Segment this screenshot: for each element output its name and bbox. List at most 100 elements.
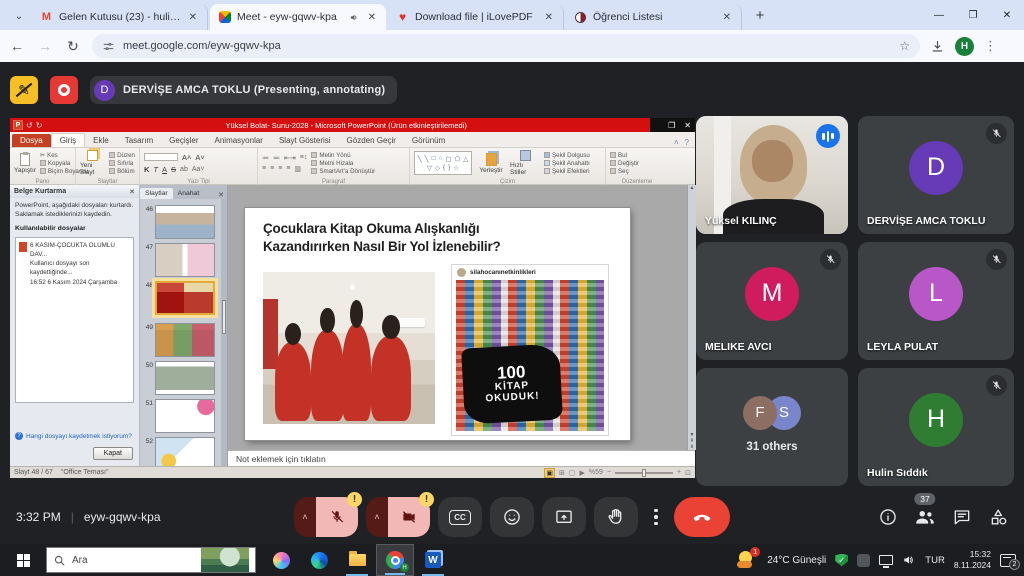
strikethrough-button[interactable]: S [171,165,176,174]
slide-thumbnail-48-selected[interactable]: 48 [140,281,222,315]
presenter-banner[interactable]: D DERVİŞE AMCA TOKLU (Presenting, annota… [90,76,397,104]
chat-button[interactable] [951,506,973,528]
columns-icon[interactable]: ▥ [294,165,301,173]
font-shrink-icon[interactable]: A˅ [195,153,204,162]
numbering-icon[interactable]: ≕ [273,154,280,162]
new-slide-button[interactable]: Yeni Slayt [80,150,105,176]
camera-button[interactable]: ˄ ! [366,497,430,537]
reactions-button[interactable] [490,497,534,537]
search-highlight-image[interactable] [201,548,249,572]
align-center-icon[interactable]: ≡ [270,165,274,172]
ppt-tab-ekle[interactable]: Ekle [85,134,117,147]
taskbar-copilot[interactable] [262,544,300,576]
tab-ilovepdf[interactable]: ♥ Download file | iLovePDF ✕ [388,4,564,30]
browser-menu-icon[interactable]: ⋮ [984,38,997,54]
zoom-slider[interactable] [615,472,673,474]
help-icon[interactable]: ? [685,138,689,147]
notification-center-icon[interactable]: 2 [1000,554,1016,567]
reset-button[interactable]: Sıfırla [109,160,135,167]
outline-tab[interactable]: Anahat [173,188,205,199]
quick-styles-button[interactable]: Hızlı Stiller [510,150,540,176]
shape-effects-button[interactable]: Şekil Efektleri [544,168,590,175]
select-button[interactable]: Seç [610,168,639,175]
current-slide[interactable]: Çocuklara Kitap Okuma Alışkanlığı Kazand… [245,208,630,440]
align-text-button[interactable]: Metni Hizala [311,160,375,167]
align-right-icon[interactable]: ≡ [278,165,282,172]
weather-icon[interactable]: 1 [736,549,758,571]
leave-call-button[interactable] [674,497,730,537]
shape-fill-button[interactable]: Şekil Dolgusu [544,152,590,159]
recovery-pane-close-icon[interactable]: ✕ [129,188,135,196]
line-spacing-icon[interactable]: ≡↕ [300,154,308,161]
tab-search-button[interactable]: ⌄ [6,5,32,27]
underline-button[interactable]: A [162,165,167,174]
tab-close-icon[interactable]: ✕ [543,12,555,23]
present-button[interactable] [542,497,586,537]
more-options-button[interactable] [646,509,666,526]
ppt-tab-slayt-gosterisi[interactable]: Slayt Gösterisi [271,134,339,147]
slide-sorter-icon[interactable]: ⊞ [559,469,565,477]
undo-icon[interactable]: ↺ [26,121,33,130]
participant-tile-hulin[interactable]: H Hulin Sıddık [858,368,1014,486]
taskbar-search-box[interactable]: Ara [46,547,256,573]
tab-gmail[interactable]: M Gelen Kutusu (23) - hulin.siddik ✕ [32,4,208,30]
redo-icon[interactable]: ↻ [36,121,43,130]
text-direction-button[interactable]: Metin Yönü [311,152,375,159]
section-button[interactable]: Bölüm [109,168,135,175]
volume-icon[interactable] [902,553,916,567]
taskbar-chrome-active[interactable]: H [376,544,414,576]
participant-tile-others[interactable]: F S 31 others [696,368,848,486]
tab-close-icon[interactable]: ✕ [721,12,733,23]
ppt-tab-tasarim[interactable]: Tasarım [117,134,161,147]
restore-button[interactable]: ❐ [956,0,990,30]
captions-button[interactable]: CC [438,497,482,537]
zoom-in-icon[interactable]: + [677,469,681,476]
ppt-tab-dosya[interactable]: Dosya [12,134,51,147]
tab-close-icon[interactable]: ✕ [187,12,199,23]
downloads-icon[interactable] [930,39,945,54]
site-settings-icon[interactable] [102,40,115,53]
normal-view-icon[interactable]: ▣ [544,468,555,478]
align-left-icon[interactable]: ≡ [262,165,266,172]
tab-audio-icon[interactable] [349,12,360,23]
raise-hand-button[interactable] [594,497,638,537]
recovery-close-button[interactable]: Kapat [93,447,133,460]
participant-tile-yuksel[interactable]: Yüksel KILINÇ [696,116,848,234]
taskbar-edge[interactable] [300,544,338,576]
new-tab-button[interactable]: + [748,3,772,27]
layout-button[interactable]: Düzen [109,152,135,159]
close-button[interactable]: ✕ [990,0,1024,30]
forward-button[interactable]: → [36,38,54,54]
ppt-tab-gorunum[interactable]: Görünüm [404,134,453,147]
tray-icon[interactable] [857,554,870,567]
fit-to-window-icon[interactable]: ⊡ [685,469,691,477]
indent-icons[interactable]: ⇤⇥ [284,154,296,162]
smartart-button[interactable]: SmartArt'a Dönüştür [311,168,375,175]
bullets-icon[interactable]: ≔ [262,154,269,162]
network-icon[interactable] [879,555,893,565]
slide-thumbnail-46[interactable]: 46 [140,205,222,239]
ppt-tab-gozden-gecir[interactable]: Gözden Geçir [339,134,404,147]
ppt-restore-button[interactable]: ❐ [668,121,675,130]
reload-button[interactable]: ↻ [64,38,82,55]
windows-security-icon[interactable]: ✓ [835,554,848,567]
recovery-help-link[interactable]: ? Hangi dosyayı kaydetmek istiyorum? [15,432,132,440]
slides-panel-scrollbar[interactable] [221,199,227,466]
tab-close-icon[interactable]: ✕ [366,12,378,23]
ppt-tab-giris[interactable]: Giriş [51,133,85,147]
ppt-tab-gecisler[interactable]: Geçişler [161,134,206,147]
start-button[interactable] [0,544,46,576]
taskbar-word[interactable]: W [414,544,452,576]
tab-ogrenci-listesi[interactable]: Öğrenci Listesi ✕ [566,4,742,30]
taskbar-clock[interactable]: 15:32 8.11.2024 [954,549,991,570]
shapes-gallery[interactable]: ╲╲□○▢⬠ △▽◇{}☆ [414,151,472,175]
minimize-button[interactable]: — [922,0,956,30]
character-spacing-icon[interactable]: ab [180,166,188,173]
bold-button[interactable]: K [144,165,149,174]
tab-meet[interactable]: Meet - eyw-gqwv-kpa ✕ [210,4,386,30]
meeting-details-button[interactable] [877,506,899,528]
shape-outline-button[interactable]: Şekil Anahattı [544,160,590,167]
find-button[interactable]: Bul [610,152,639,159]
editor-scrollbar[interactable]: ▲▼⇞⇟ [687,185,696,450]
taskbar-file-explorer[interactable] [338,544,376,576]
